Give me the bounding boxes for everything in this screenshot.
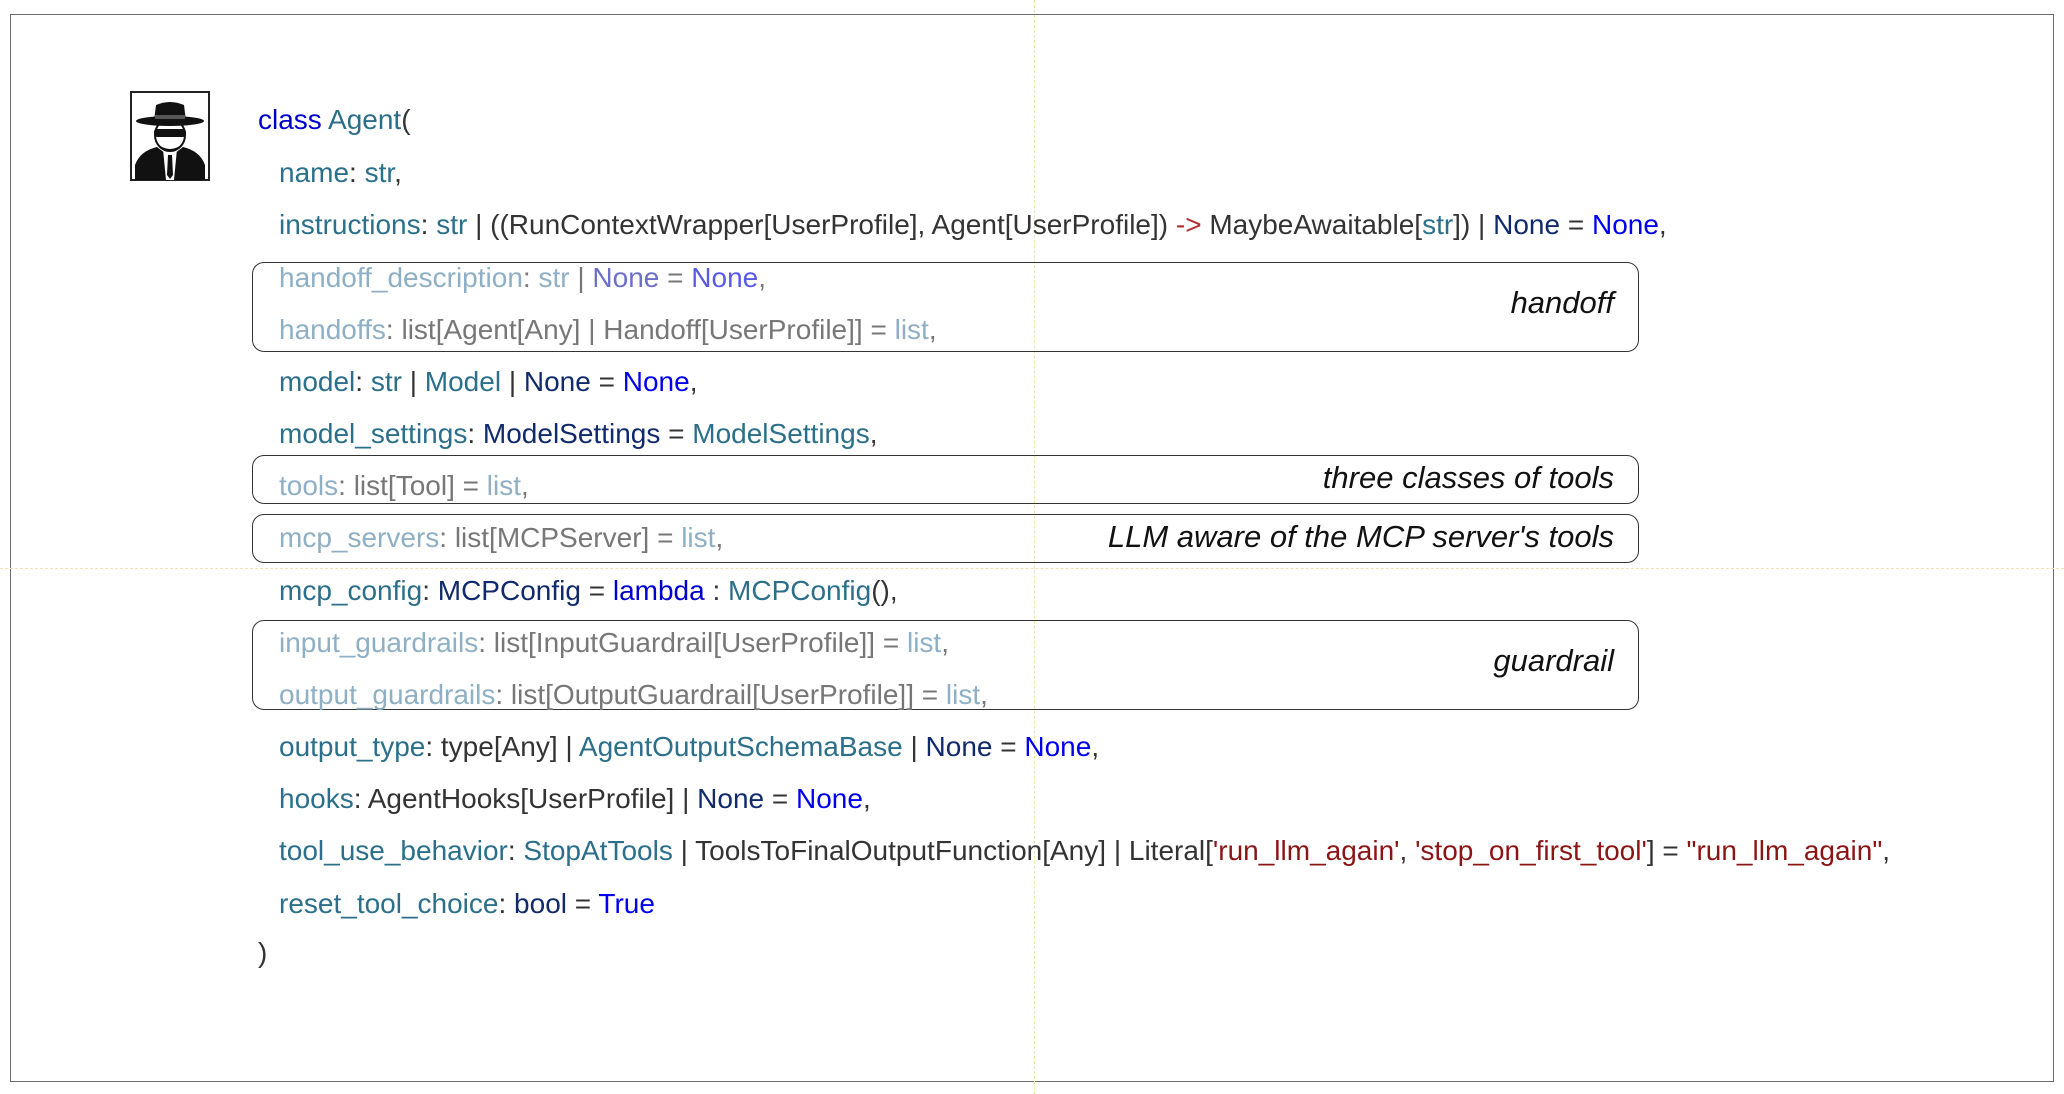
code-line-hooks: hooks: AgentHooks[UserProfile] | None = … (279, 783, 871, 814)
code-line-tool-use-behavior: tool_use_behavior: StopAtTools | ToolsTo… (279, 835, 1891, 866)
mcp-annotation: LLM aware of the MCP server's tools (1107, 519, 1614, 554)
code-line-name: name: str, (279, 157, 402, 188)
param-name: reset_tool_choice (279, 888, 499, 919)
code-line-output-guardrails: output_guardrails: list[OutputGuardrail[… (279, 679, 988, 710)
tools-annotation: three classes of tools (1322, 460, 1614, 495)
code-line-handoffs: handoffs: list[Agent[Any] | Handoff[User… (279, 314, 937, 345)
code-line-model: model: str | Model | None = None, (279, 366, 698, 397)
guardrail-annotation: guardrail (1493, 643, 1614, 678)
param-name: mcp_config (279, 575, 423, 606)
param-name: tools (279, 470, 339, 501)
code-line-closing-paren: ) (258, 937, 268, 968)
code-line-mcp-servers: mcp_servers: list[MCPServer] = list, (279, 522, 724, 553)
code-line-reset-tool-choice: reset_tool_choice: bool = True (279, 888, 655, 919)
spy-agent-icon (130, 91, 210, 181)
code-line-handoff-description: handoff_description: str | None = None, (279, 262, 766, 293)
code-line-instructions: instructions: str | ((RunContextWrapper[… (279, 209, 1667, 240)
param-name: output_guardrails (279, 679, 496, 710)
param-name: handoff_description (279, 262, 523, 293)
param-name: hooks (279, 783, 354, 814)
param-name: mcp_servers (279, 522, 440, 553)
horizontal-guide-line (0, 568, 2064, 569)
code-line-mcp-config: mcp_config: MCPConfig = lambda : MCPConf… (279, 575, 898, 606)
code-line-input-guardrails: input_guardrails: list[InputGuardrail[Us… (279, 627, 949, 658)
param-name: instructions (279, 209, 421, 240)
code-line-model-settings: model_settings: ModelSettings = ModelSet… (279, 418, 878, 449)
class-keyword: class (258, 104, 322, 135)
param-name: tool_use_behavior (279, 835, 508, 866)
class-name: Agent (328, 104, 402, 135)
param-name: model (279, 366, 356, 397)
param-name: input_guardrails (279, 627, 479, 658)
code-line-class-header: class Agent( (258, 104, 411, 135)
param-name: model_settings (279, 418, 468, 449)
param-name: output_type (279, 731, 426, 762)
code-line-output-type: output_type: type[Any] | AgentOutputSche… (279, 731, 1100, 762)
code-line-tools: tools: list[Tool] = list, (279, 470, 529, 501)
handoff-annotation: handoff (1510, 285, 1614, 320)
param-name: handoffs (279, 314, 386, 345)
param-name: name (279, 157, 350, 188)
